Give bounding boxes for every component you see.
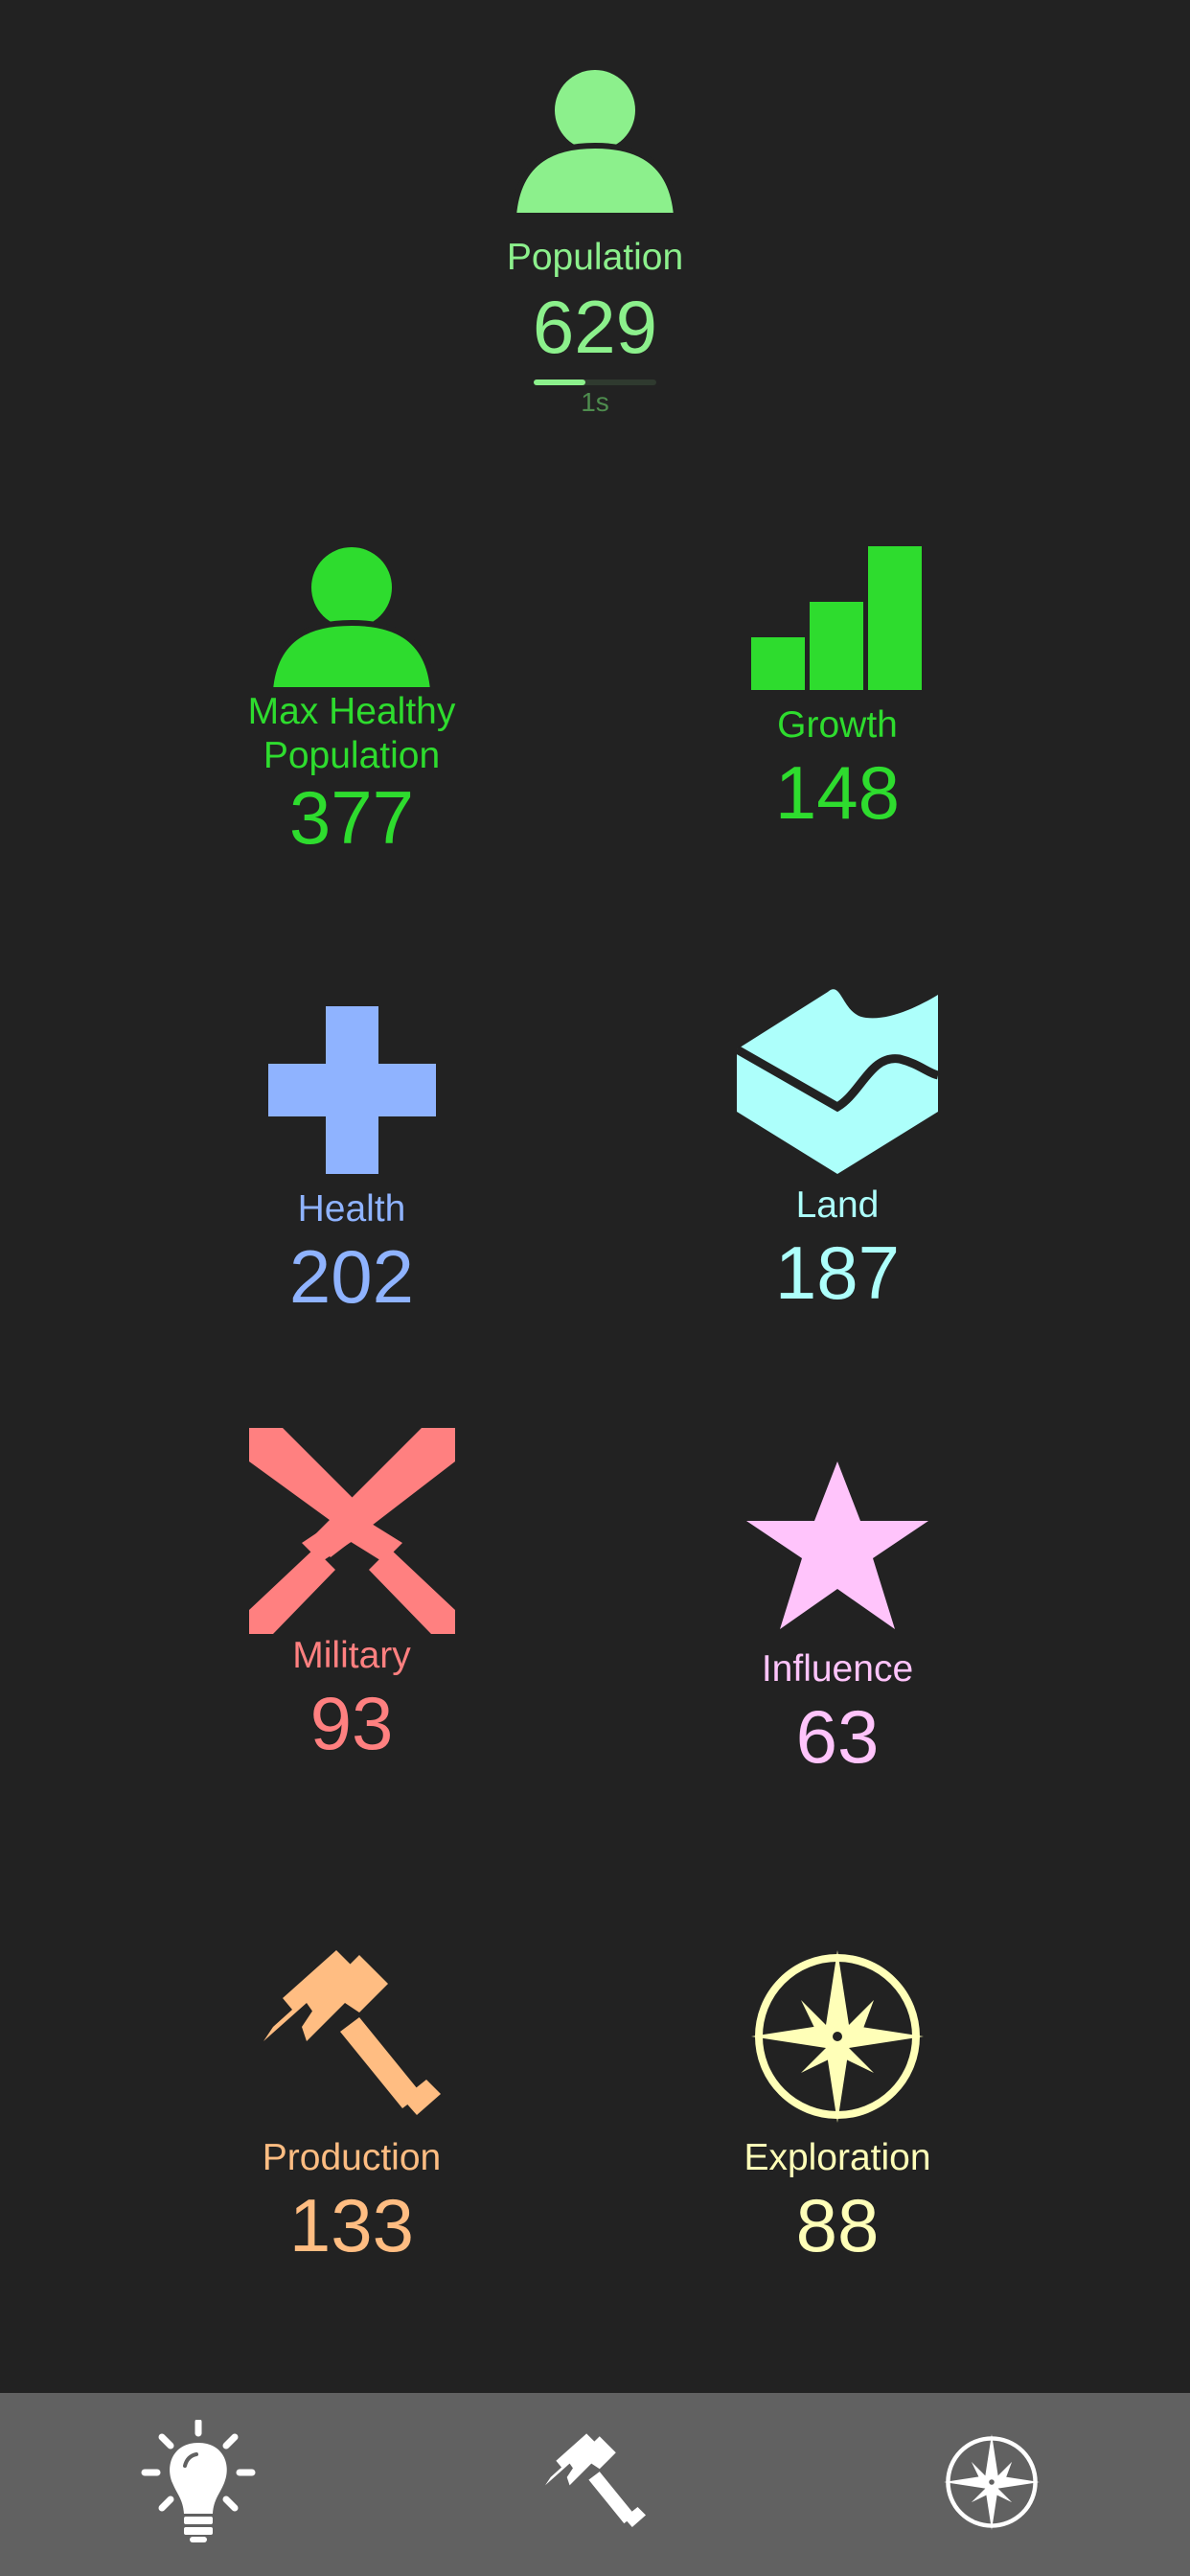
land-terrain-icon: [646, 989, 1029, 1174]
nav-exploration-button[interactable]: [896, 2393, 1087, 2576]
health-value: 202: [288, 1234, 415, 1319]
health-stat: Health 202: [160, 1006, 543, 1318]
max-healthy-population-stat: Max Healthy Population 377: [160, 546, 543, 859]
crossed-swords-icon: [160, 1428, 543, 1634]
exploration-value: 88: [795, 2183, 880, 2267]
population-stat: Population 629 1s: [403, 67, 787, 418]
lightbulb-icon: [141, 2418, 256, 2549]
military-label: Military: [292, 1635, 411, 1676]
growth-label: Growth: [777, 704, 898, 746]
growth-value: 148: [774, 750, 901, 835]
max-healthy-value: 377: [288, 775, 415, 860]
gavel-icon: [544, 2432, 646, 2538]
influence-label: Influence: [761, 1648, 914, 1690]
stats-screen: Population 629 1s Max Healthy Population…: [0, 0, 1190, 2576]
growth-stat: Growth 148: [646, 546, 1029, 834]
max-healthy-label-line1: Max Healthy: [247, 691, 456, 732]
military-value: 93: [309, 1681, 394, 1765]
nav-production-button[interactable]: [499, 2393, 691, 2576]
plus-cross-icon: [160, 1006, 543, 1174]
population-value: 629: [532, 285, 658, 369]
person-icon: [403, 67, 787, 220]
production-value: 133: [288, 2183, 415, 2267]
land-label: Land: [795, 1184, 880, 1226]
nav-ideas-button[interactable]: [103, 2393, 294, 2576]
max-healthy-label-line2: Population: [263, 735, 441, 776]
land-stat: Land 187: [646, 989, 1029, 1315]
population-timer-bar: [534, 380, 656, 385]
compass-rose-icon: [646, 1950, 1029, 2123]
production-label: Production: [262, 2137, 442, 2178]
influence-value: 63: [795, 1694, 880, 1779]
exploration-label: Exploration: [744, 2137, 931, 2178]
population-timer-fill: [534, 380, 585, 385]
exploration-stat: Exploration 88: [646, 1950, 1029, 2267]
population-label: Population: [506, 237, 684, 278]
gavel-icon: [160, 1950, 543, 2123]
star-icon: [646, 1461, 1029, 1634]
influence-stat: Influence 63: [646, 1461, 1029, 1779]
health-label: Health: [297, 1188, 406, 1230]
production-stat: Production 133: [160, 1950, 543, 2267]
military-stat: Military 93: [160, 1428, 543, 1765]
bar-chart-icon: [646, 546, 1029, 690]
land-value: 187: [774, 1230, 901, 1315]
person-icon: [160, 546, 543, 690]
bottom-nav-bar: [0, 2393, 1190, 2576]
population-timer-label: 1s: [581, 387, 609, 417]
compass-rose-icon: [944, 2434, 1040, 2535]
